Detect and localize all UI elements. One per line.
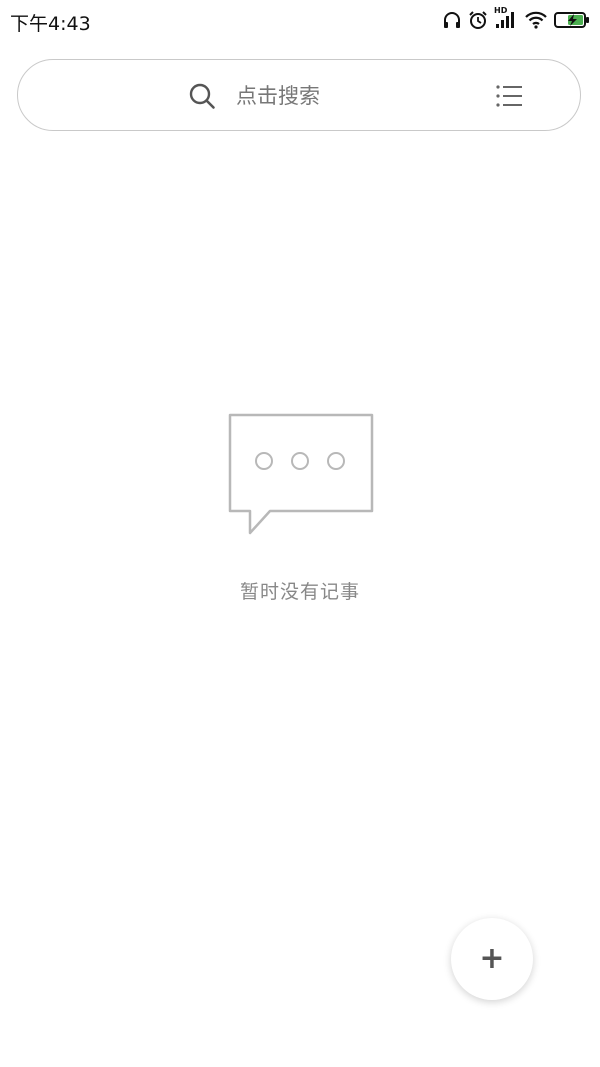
signal-icon: HD — [494, 6, 518, 30]
status-time: 下午4:43 — [10, 13, 91, 35]
notes-screen: 下午4:43 HD 点击搜索 暂时没有记事 + — [0, 0, 600, 1067]
add-note-button[interactable]: + — [451, 918, 533, 1000]
headphones-icon — [442, 10, 462, 30]
status-icons: HD — [442, 6, 590, 31]
alarm-icon — [468, 10, 488, 30]
search-bar[interactable]: 点击搜索 — [17, 59, 581, 131]
empty-notes-chat-bubble-icon — [228, 413, 374, 535]
search-icon — [189, 83, 215, 109]
list-view-icon[interactable] — [495, 84, 523, 108]
status-bar: 下午4:43 HD — [0, 0, 600, 42]
battery-charging-icon — [554, 10, 590, 30]
plus-icon: + — [479, 941, 505, 976]
empty-state-message: 暂时没有记事 — [239, 581, 360, 603]
wifi-icon — [524, 10, 548, 30]
search-placeholder[interactable]: 点击搜索 — [236, 82, 320, 110]
